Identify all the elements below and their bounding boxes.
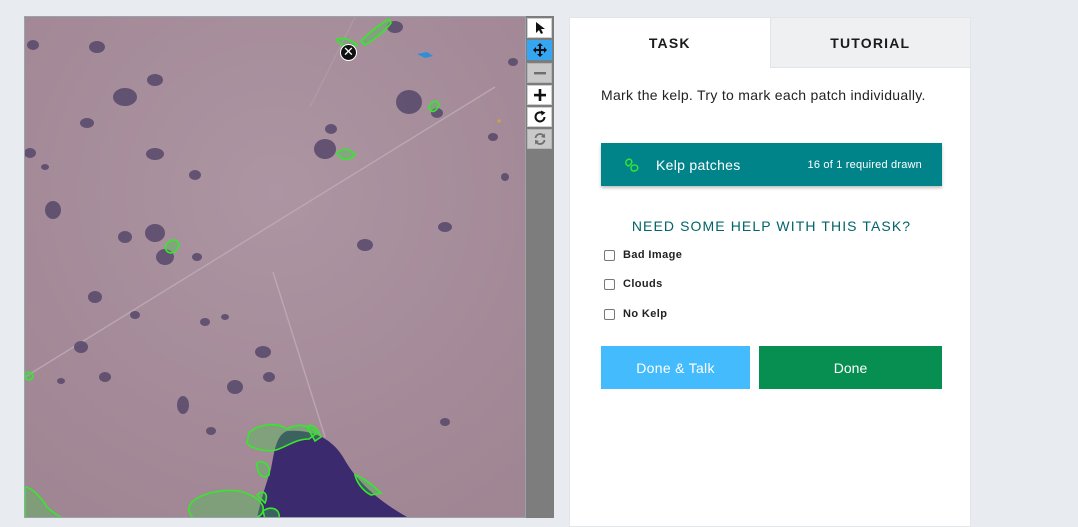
image-toolbar <box>526 16 554 518</box>
checkbox-row-clouds[interactable]: Clouds <box>604 278 663 290</box>
zoom-out-button[interactable] <box>527 63 552 83</box>
subject-image-viewer[interactable]: ✕ <box>24 16 526 518</box>
no-kelp-checkbox[interactable] <box>604 308 615 320</box>
bad-image-label: Bad Image <box>623 249 683 261</box>
task-panel: TASK TUTORIAL Mark the kelp. Try to mark… <box>569 17 971 527</box>
done-button[interactable]: Done <box>759 346 942 389</box>
clouds-checkbox[interactable] <box>604 278 615 290</box>
kelp-patches-tool-button[interactable]: Kelp patches 16 of 1 required drawn <box>601 143 942 186</box>
clouds-label: Clouds <box>623 278 663 290</box>
reset-button[interactable] <box>527 129 552 149</box>
tab-tutorial[interactable]: TUTORIAL <box>769 18 970 68</box>
checkbox-row-bad-image[interactable]: Bad Image <box>604 249 682 261</box>
pointer-arrow-icon <box>535 22 545 34</box>
delete-mark-icon[interactable]: ✕ <box>340 44 357 61</box>
bad-image-checkbox[interactable] <box>604 249 615 261</box>
satellite-image[interactable] <box>25 17 526 518</box>
minus-icon <box>533 72 546 75</box>
rotate-icon <box>534 110 545 123</box>
task-instruction: Mark the kelp. Try to mark each patch in… <box>601 87 926 103</box>
tool-label: Kelp patches <box>656 156 741 173</box>
rotate-button[interactable] <box>527 107 552 127</box>
task-tabs: TASK TUTORIAL <box>570 18 970 68</box>
pointer-tool-button[interactable] <box>527 18 552 38</box>
move-arrows-icon <box>532 43 547 57</box>
pan-tool-button[interactable] <box>527 40 552 60</box>
plus-icon <box>533 89 546 101</box>
no-kelp-label: No Kelp <box>623 308 668 320</box>
polygon-icon <box>625 158 639 172</box>
zoom-in-button[interactable] <box>527 85 552 105</box>
tab-task[interactable]: TASK <box>570 18 770 68</box>
tool-count: 16 of 1 required drawn <box>807 158 922 171</box>
done-and-talk-button[interactable]: Done & Talk <box>601 346 750 389</box>
help-heading: NEED SOME HELP WITH THIS TASK? <box>631 218 912 234</box>
checkbox-row-no-kelp[interactable]: No Kelp <box>604 308 667 320</box>
reset-icon <box>534 133 545 145</box>
